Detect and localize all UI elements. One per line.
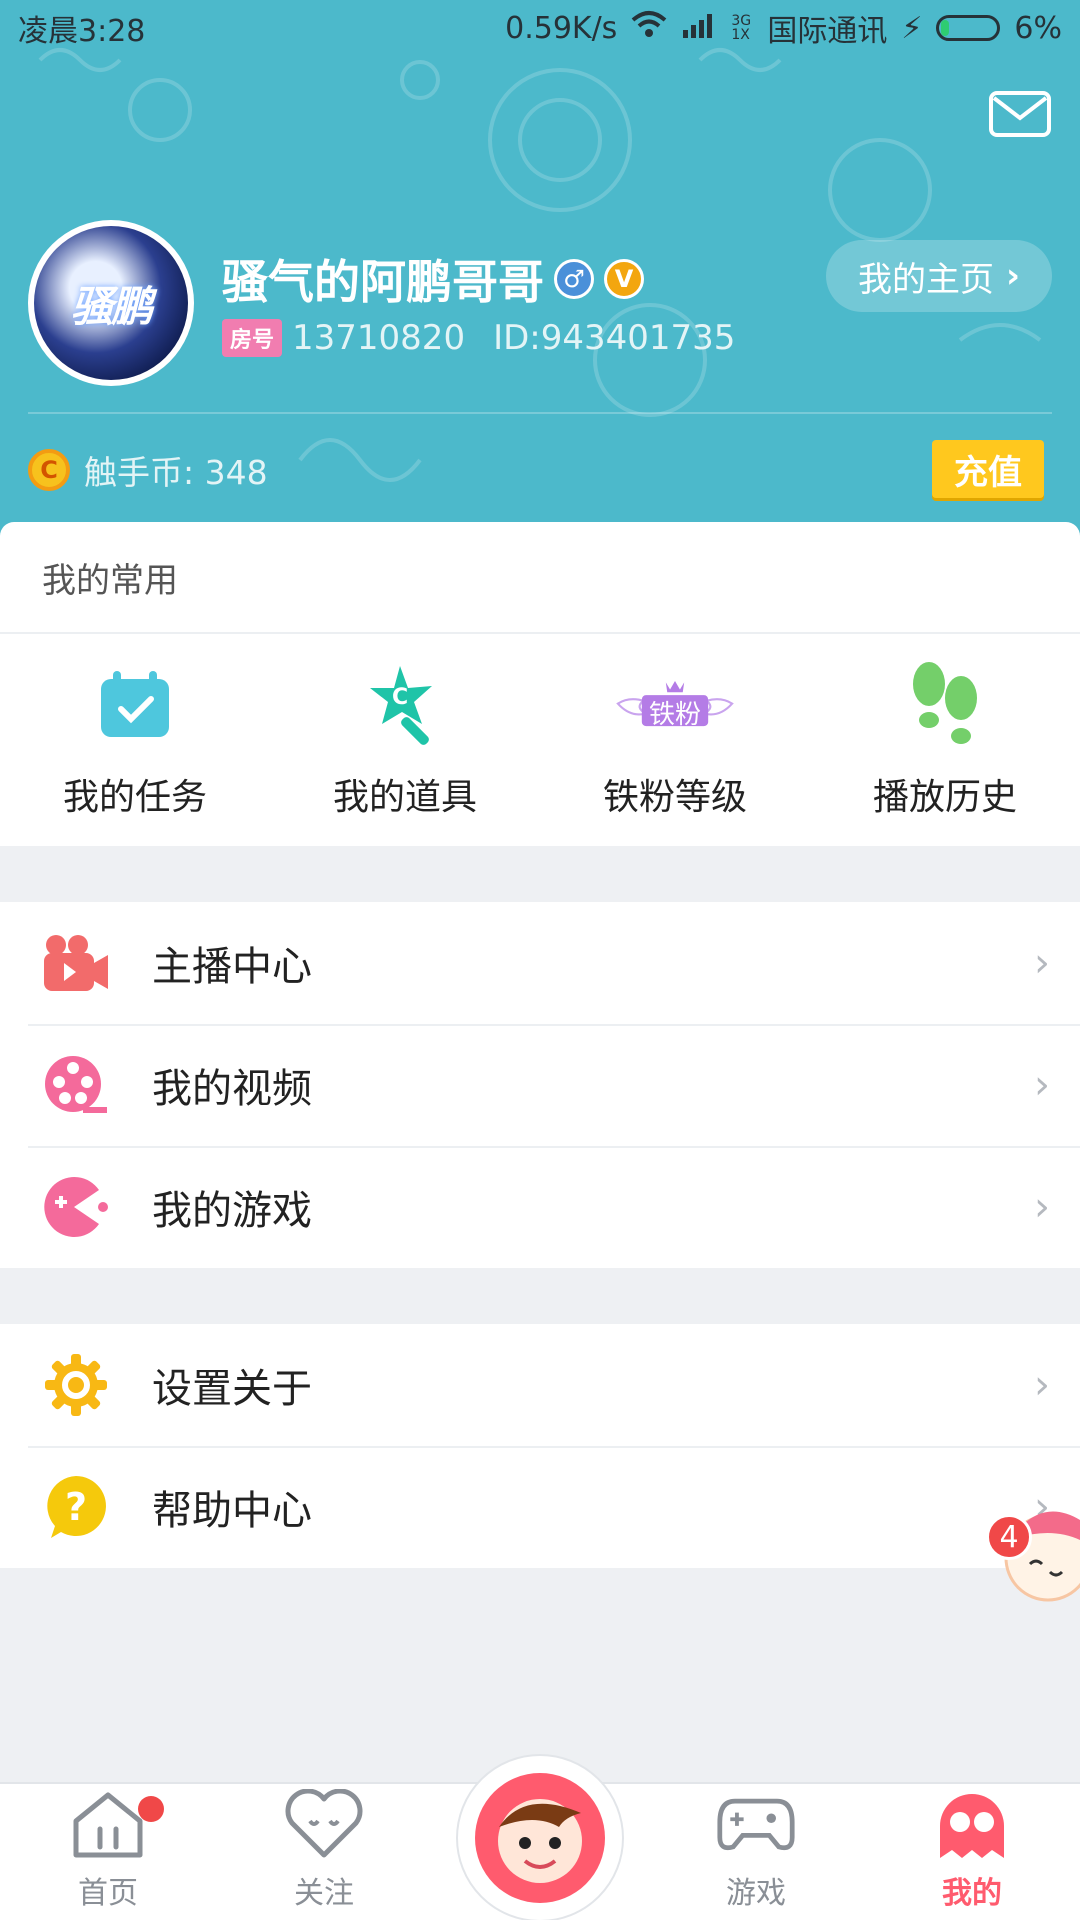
menu-label: 主播中心 xyxy=(152,944,312,990)
nav-label: 关注 xyxy=(294,1876,354,1911)
network-type: 3G 1X xyxy=(731,13,752,43)
nav-label: 我的 xyxy=(942,1876,1002,1911)
film-reel-icon xyxy=(42,1051,110,1119)
signal-icon xyxy=(681,11,717,46)
shortcut-label: 播放历史 xyxy=(872,777,1017,818)
shortcut-play-history[interactable]: 播放历史 xyxy=(810,634,1080,846)
coin-balance: C 触手币: 348 xyxy=(28,446,268,494)
my-homepage-label: 我的主页 xyxy=(857,259,994,300)
footprints-icon xyxy=(885,660,1005,750)
room-number: 13710820 xyxy=(292,318,466,358)
calendar-check-icon xyxy=(75,660,195,750)
nav-home[interactable]: 首页 xyxy=(0,1784,216,1920)
chevron-right-icon: › xyxy=(1005,256,1020,296)
chevron-right-icon: › xyxy=(1034,940,1050,986)
male-icon: ♂ xyxy=(554,259,594,299)
avatar[interactable]: 骚鹏 xyxy=(28,220,194,386)
room-tag: 房号 xyxy=(222,319,283,357)
battery-icon xyxy=(936,15,1001,41)
username-row: 骚气的阿鹏哥哥 ♂ V xyxy=(222,246,644,312)
nav-follow[interactable]: 关注 xyxy=(216,1784,432,1920)
pacman-icon xyxy=(42,1173,110,1241)
center-live-button[interactable] xyxy=(456,1754,624,1920)
menu-label: 帮助中心 xyxy=(152,1488,312,1534)
fan-badge-text: 铁粉 xyxy=(648,700,701,730)
status-time: 凌晨3:28 xyxy=(18,14,146,49)
coin-icon: C xyxy=(28,449,70,491)
room-info: 房号 13710820 ID:943401735 xyxy=(222,318,735,358)
gamepad-icon xyxy=(716,1784,796,1864)
nav-games[interactable]: 游戏 xyxy=(648,1784,864,1920)
avatar-image: 骚鹏 xyxy=(34,226,188,380)
status-indicators: 0.59K/s 3G 1X 国际通讯 ⚡ 6% xyxy=(505,6,1062,50)
shortcut-fan-level[interactable]: 铁粉 铁粉等级 xyxy=(540,634,810,846)
svg-text:C: C xyxy=(392,685,408,710)
heart-face-icon xyxy=(284,1784,364,1864)
shortcut-my-props[interactable]: C 我的道具 xyxy=(270,634,540,846)
shortcut-label: 铁粉等级 xyxy=(602,777,747,818)
recharge-button[interactable]: 充值 xyxy=(932,440,1044,498)
coin-label: 触手币: 348 xyxy=(84,453,268,492)
menu-label: 我的视频 xyxy=(152,1066,312,1112)
ghost-glasses-icon xyxy=(932,1784,1012,1864)
shortcut-my-tasks[interactable]: 我的任务 xyxy=(0,634,270,846)
battery-percent: 6% xyxy=(1014,10,1062,46)
magic-wand-icon: C xyxy=(345,660,465,750)
common-panel: 我的常用 我的任务 C 我的道具 铁粉 铁粉等级 播放历史 xyxy=(0,522,1080,846)
menu-item-settings[interactable]: 设置关于 › xyxy=(0,1324,1080,1446)
nav-label: 游戏 xyxy=(726,1876,786,1911)
chevron-right-icon: › xyxy=(1034,1184,1050,1230)
charging-icon: ⚡ xyxy=(901,10,923,46)
menu-label: 设置关于 xyxy=(152,1366,312,1412)
common-title: 我的常用 xyxy=(0,522,1080,634)
shortcut-label: 我的任务 xyxy=(62,777,207,818)
mascot-face-icon xyxy=(475,1773,605,1903)
gear-icon xyxy=(42,1351,110,1419)
fan-level-badge-icon: 铁粉 xyxy=(615,660,735,750)
shortcut-grid: 我的任务 C 我的道具 铁粉 铁粉等级 播放历史 xyxy=(0,634,1080,846)
svg-text:?: ? xyxy=(65,1485,87,1529)
net-speed: 0.59K/s xyxy=(505,10,618,46)
menu-item-my-games[interactable]: 我的游戏 › xyxy=(0,1146,1080,1268)
video-camera-icon xyxy=(42,929,110,997)
shortcut-label: 我的道具 xyxy=(332,777,477,818)
chevron-right-icon: › xyxy=(1034,1062,1050,1108)
menu-item-help-center[interactable]: ? 帮助中心 › xyxy=(0,1446,1080,1568)
profile-header: 凌晨3:28 0.59K/s 3G 1X 国际通讯 ⚡ 6% 骚鹏 骚气的阿鹏哥… xyxy=(0,0,1080,540)
menu-item-anchor-center[interactable]: 主播中心 › xyxy=(0,902,1080,1024)
menu-group-creator: 主播中心 › 我的视频 › 我的游戏 › xyxy=(0,902,1080,1268)
status-bar: 凌晨3:28 0.59K/s 3G 1X 国际通讯 ⚡ 6% xyxy=(0,0,1080,56)
menu-item-my-videos[interactable]: 我的视频 › xyxy=(0,1024,1080,1146)
notification-badge: 4 xyxy=(986,1514,1032,1560)
username: 骚气的阿鹏哥哥 xyxy=(222,255,544,309)
nav-mine[interactable]: 我的 xyxy=(864,1784,1080,1920)
user-id: ID:943401735 xyxy=(493,318,736,358)
mail-icon[interactable] xyxy=(988,90,1052,138)
wifi-icon xyxy=(631,10,667,46)
my-homepage-button[interactable]: 我的主页 › xyxy=(826,240,1052,312)
header-divider xyxy=(28,412,1052,414)
chevron-right-icon: › xyxy=(1034,1362,1050,1408)
home-icon xyxy=(68,1784,148,1864)
carrier-name: 国际通讯 xyxy=(767,14,888,49)
help-bubble-icon: ? xyxy=(42,1473,110,1541)
menu-label: 我的游戏 xyxy=(152,1188,312,1234)
nav-label: 首页 xyxy=(78,1876,138,1911)
menu-group-settings: 设置关于 › ? 帮助中心 › xyxy=(0,1324,1080,1568)
nav-home-dot xyxy=(138,1796,164,1822)
vip-icon: V xyxy=(604,259,644,299)
